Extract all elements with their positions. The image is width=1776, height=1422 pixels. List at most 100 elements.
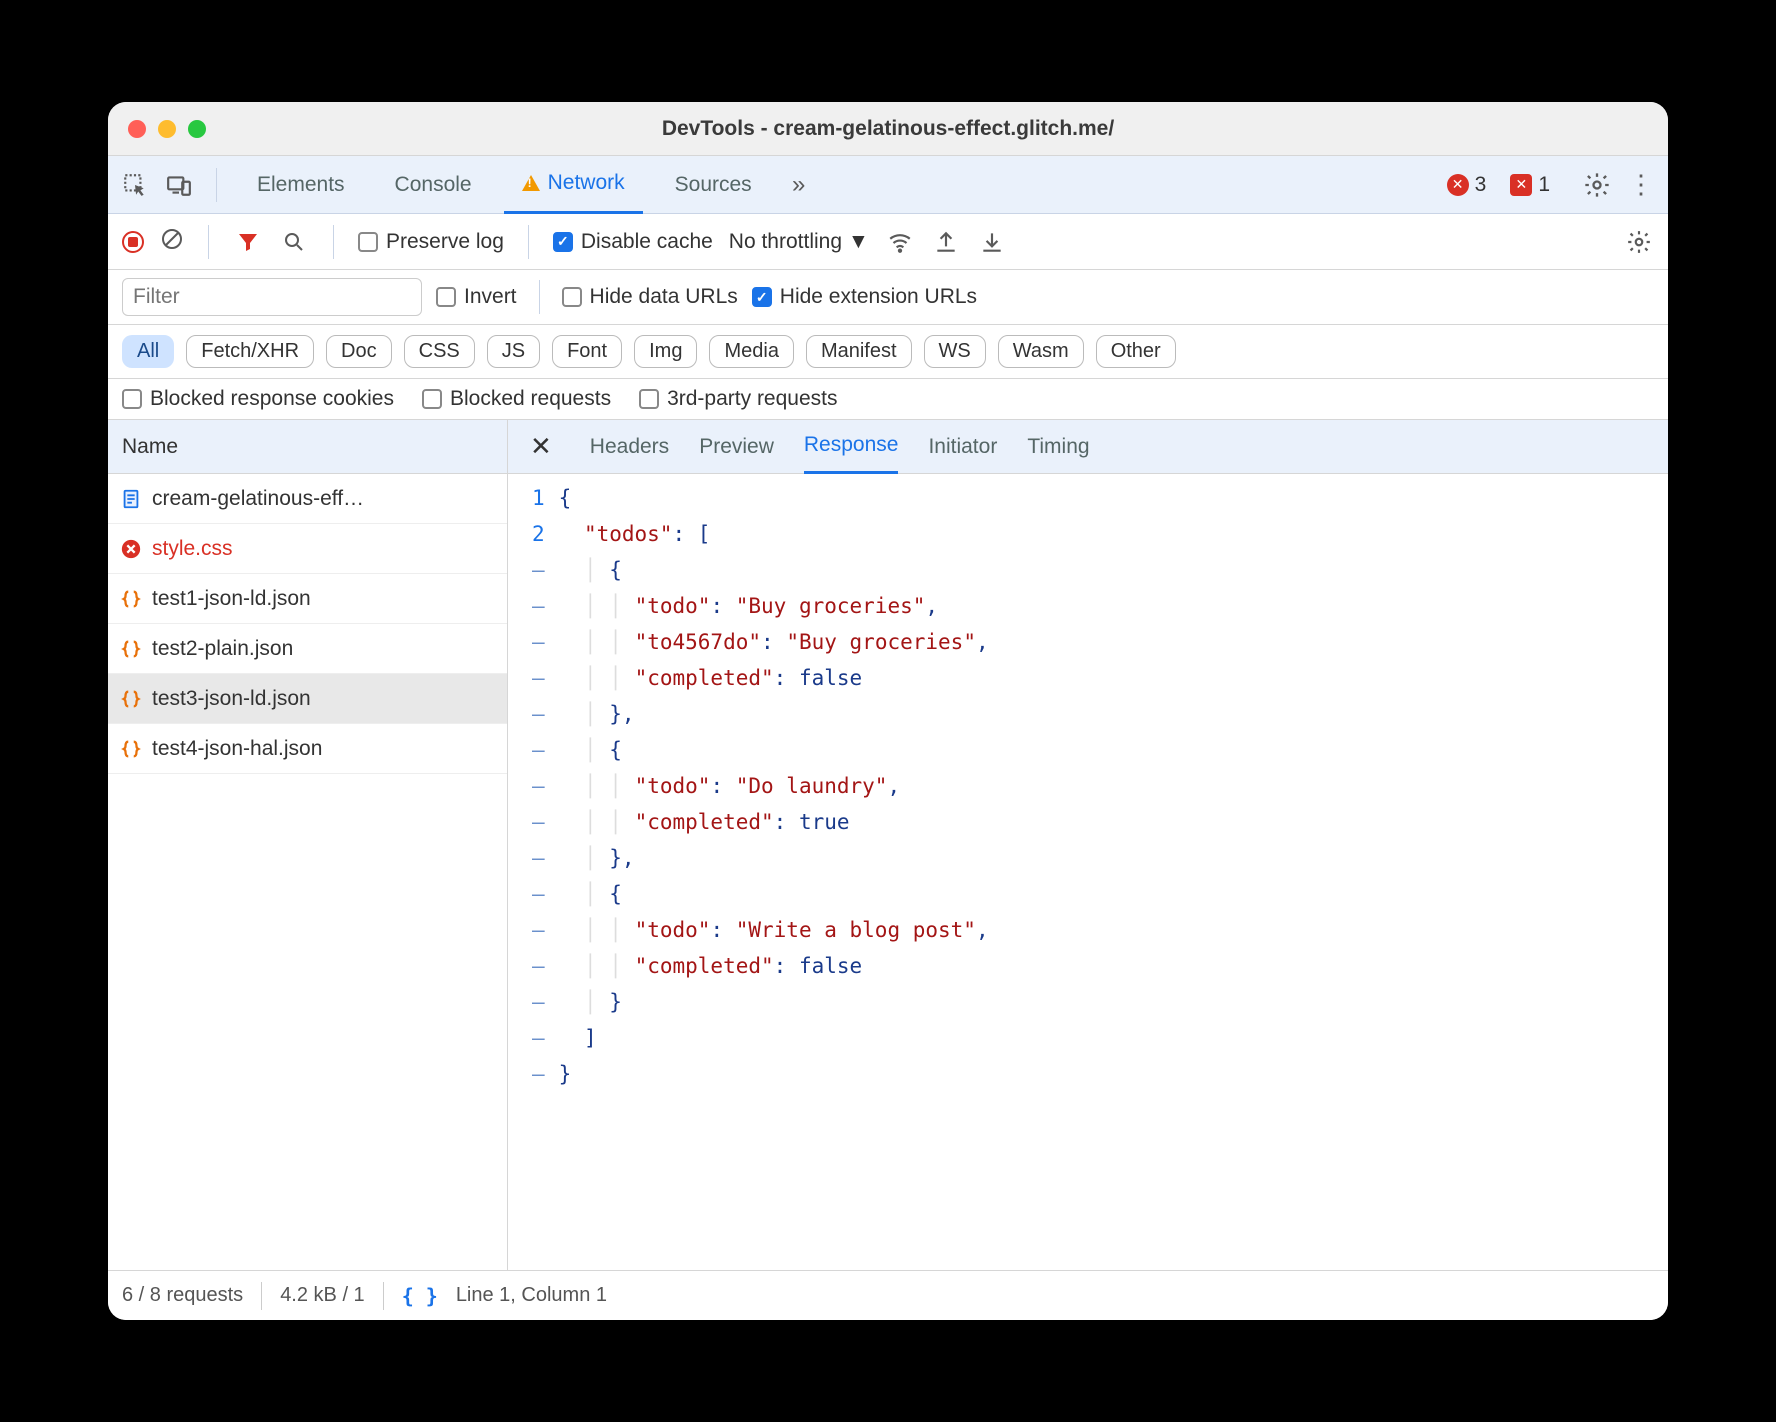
- type-chip-manifest[interactable]: Manifest: [806, 335, 912, 368]
- device-toggle-icon[interactable]: [164, 170, 194, 200]
- detail-pane: ✕ Headers Preview Response Initiator Tim…: [508, 420, 1668, 1270]
- network-toolbar: Preserve log Disable cache No throttling…: [108, 214, 1668, 270]
- tab-console[interactable]: Console: [377, 156, 490, 214]
- clear-button[interactable]: [160, 227, 184, 257]
- invert-checkbox[interactable]: Invert: [436, 285, 517, 309]
- type-chip-js[interactable]: JS: [487, 335, 540, 368]
- json-icon: [120, 738, 142, 760]
- blocked-cookies-label: Blocked response cookies: [150, 387, 394, 411]
- window-title: DevTools - cream-gelatinous-effect.glitc…: [662, 117, 1114, 141]
- type-chip-ws[interactable]: WS: [924, 335, 986, 368]
- hide-data-urls-checkbox[interactable]: Hide data URLs: [562, 285, 738, 309]
- close-window-button[interactable]: [128, 120, 146, 138]
- cursor-position: Line 1, Column 1: [456, 1284, 607, 1307]
- pretty-print-icon[interactable]: { }: [402, 1284, 438, 1308]
- inspect-icon[interactable]: [120, 170, 150, 200]
- error-icon: [120, 538, 142, 560]
- traffic-lights: [128, 120, 206, 138]
- tab-network-label: Network: [548, 171, 625, 195]
- hide-ext-label: Hide extension URLs: [780, 285, 977, 309]
- sidebar-header-name[interactable]: Name: [108, 420, 507, 474]
- request-row[interactable]: test4-json-hal.json: [108, 724, 507, 774]
- blocked-cookies-checkbox[interactable]: Blocked response cookies: [122, 387, 394, 411]
- json-icon: [120, 588, 142, 610]
- throttling-label: No throttling: [729, 230, 842, 254]
- throttling-select[interactable]: No throttling ▼: [729, 230, 869, 254]
- detail-tab-preview[interactable]: Preview: [699, 420, 774, 474]
- json-icon: [120, 688, 142, 710]
- more-tabs-icon[interactable]: »: [784, 170, 814, 200]
- request-row[interactable]: test3-json-ld.json: [108, 674, 507, 724]
- detail-tab-timing[interactable]: Timing: [1027, 420, 1089, 474]
- detail-tab-headers[interactable]: Headers: [590, 420, 669, 474]
- hide-extension-urls-checkbox[interactable]: Hide extension URLs: [752, 285, 977, 309]
- checkbox-icon: [553, 232, 573, 252]
- error-count-badge[interactable]: ✕ 3: [1447, 173, 1487, 197]
- detail-tab-response[interactable]: Response: [804, 420, 899, 474]
- requests-sidebar: Name cream-gelatinous-eff… style.css test1…: [108, 420, 508, 1270]
- status-bar: 6 / 8 requests 4.2 kB / 1 { } Line 1, Co…: [108, 1270, 1668, 1320]
- type-chip-other[interactable]: Other: [1096, 335, 1176, 368]
- tab-network[interactable]: Network: [504, 156, 643, 214]
- disable-cache-checkbox[interactable]: Disable cache: [553, 230, 713, 254]
- divider: [333, 225, 334, 259]
- error-icon: ✕: [1447, 174, 1469, 196]
- doc-icon: [120, 488, 142, 510]
- search-icon[interactable]: [279, 227, 309, 257]
- request-name: test1-json-ld.json: [152, 587, 311, 611]
- download-har-icon[interactable]: [977, 227, 1007, 257]
- disable-cache-label: Disable cache: [581, 230, 713, 254]
- request-row[interactable]: test2-plain.json: [108, 624, 507, 674]
- close-detail-icon[interactable]: ✕: [522, 431, 560, 462]
- checkbox-icon: [562, 287, 582, 307]
- blocked-requests-checkbox[interactable]: Blocked requests: [422, 387, 611, 411]
- type-chip-media[interactable]: Media: [709, 335, 793, 368]
- checkbox-icon: [358, 232, 378, 252]
- upload-har-icon[interactable]: [931, 227, 961, 257]
- minimize-window-button[interactable]: [158, 120, 176, 138]
- type-chip-font[interactable]: Font: [552, 335, 622, 368]
- main-tabs-toolbar: Elements Console Network Sources » ✕ 3 ✕…: [108, 156, 1668, 214]
- titlebar: DevTools - cream-gelatinous-effect.glitc…: [108, 102, 1668, 156]
- divider: [539, 280, 540, 314]
- type-chip-fetchxhr[interactable]: Fetch/XHR: [186, 335, 314, 368]
- maximize-window-button[interactable]: [188, 120, 206, 138]
- divider: [216, 168, 217, 202]
- checkbox-icon: [639, 389, 659, 409]
- type-chip-doc[interactable]: Doc: [326, 335, 392, 368]
- main-split: Name cream-gelatinous-eff… style.css test1…: [108, 420, 1668, 1270]
- detail-tabs: ✕ Headers Preview Response Initiator Tim…: [508, 420, 1668, 474]
- issue-icon: ✕: [1510, 174, 1532, 196]
- preserve-log-checkbox[interactable]: Preserve log: [358, 230, 504, 254]
- warning-icon: [522, 175, 540, 191]
- tab-elements[interactable]: Elements: [239, 156, 363, 214]
- chevron-down-icon: ▼: [848, 230, 869, 254]
- kebab-menu-icon[interactable]: ⋮: [1626, 170, 1656, 200]
- request-name: style.css: [152, 537, 233, 561]
- request-name: test2-plain.json: [152, 637, 293, 661]
- type-chip-img[interactable]: Img: [634, 335, 697, 368]
- divider: [383, 1282, 384, 1310]
- request-row[interactable]: cream-gelatinous-eff…: [108, 474, 507, 524]
- divider: [261, 1282, 262, 1310]
- network-conditions-icon[interactable]: [885, 227, 915, 257]
- detail-tab-initiator[interactable]: Initiator: [928, 420, 997, 474]
- request-row[interactable]: style.css: [108, 524, 507, 574]
- settings-icon[interactable]: [1582, 170, 1612, 200]
- type-chip-css[interactable]: CSS: [404, 335, 475, 368]
- line-gutter: 12–––––––––––––––: [508, 480, 559, 1270]
- filter-icon[interactable]: [233, 227, 263, 257]
- issue-count-badge[interactable]: ✕ 1: [1510, 173, 1550, 197]
- request-row[interactable]: test1-json-ld.json: [108, 574, 507, 624]
- filter-toolbar: Invert Hide data URLs Hide extension URL…: [108, 270, 1668, 325]
- type-chip-wasm[interactable]: Wasm: [998, 335, 1084, 368]
- record-button[interactable]: [122, 231, 144, 253]
- type-chip-all[interactable]: All: [122, 335, 174, 368]
- filter-input[interactable]: [122, 278, 422, 316]
- network-settings-icon[interactable]: [1624, 227, 1654, 257]
- devtools-window: DevTools - cream-gelatinous-effect.glitc…: [108, 102, 1668, 1320]
- checkbox-icon: [436, 287, 456, 307]
- tab-sources[interactable]: Sources: [657, 156, 770, 214]
- third-party-checkbox[interactable]: 3rd-party requests: [639, 387, 837, 411]
- response-code[interactable]: 12––––––––––––––– { "todos": [ │ { │ │ "…: [508, 474, 1668, 1270]
